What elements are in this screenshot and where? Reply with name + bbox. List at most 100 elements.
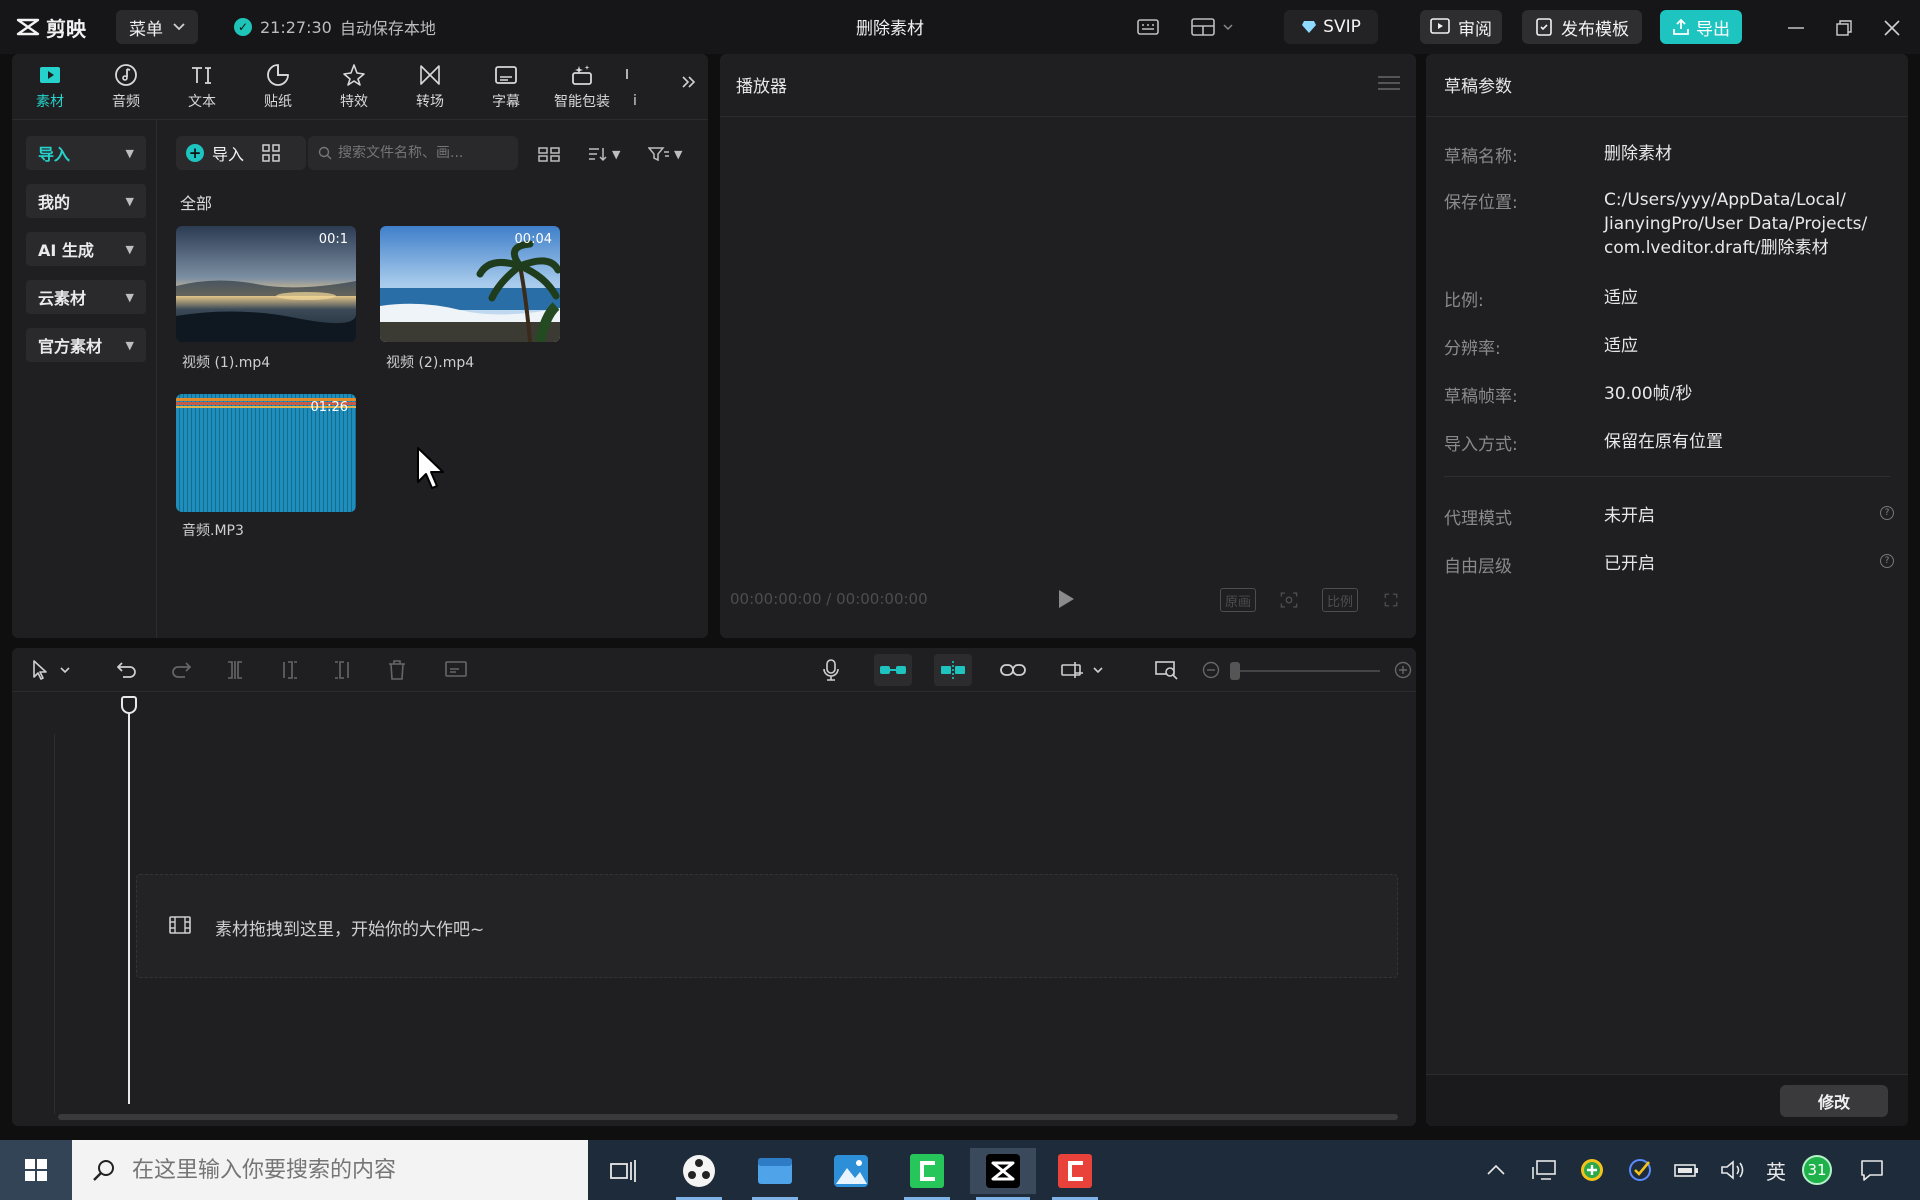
param-label: 导入方式: — [1444, 435, 1518, 455]
taskbar-search-input[interactable] — [132, 1157, 552, 1183]
tab-label: 特效 — [340, 94, 368, 110]
nav-item-cloud[interactable]: 云素材 ▼ — [26, 280, 146, 314]
minimize-icon[interactable] — [1782, 14, 1810, 42]
preview-axis-icon[interactable] — [1058, 658, 1106, 682]
capcut-logo-icon — [16, 18, 40, 36]
nav-item-official[interactable]: 官方素材 ▼ — [26, 328, 146, 362]
export-label: 导出 — [1696, 19, 1730, 40]
shortcut-keyboard-icon[interactable] — [1134, 14, 1162, 40]
task-view-icon[interactable] — [594, 1148, 652, 1194]
split-left-icon[interactable] — [276, 658, 302, 682]
import-button[interactable]: + 导入 — [176, 136, 306, 170]
network-display-icon[interactable] — [1530, 1156, 1558, 1184]
taskbar-app-red-c[interactable] — [1046, 1148, 1104, 1200]
filter-icon[interactable]: ▼ — [648, 142, 682, 166]
tab-audio[interactable]: 音频 — [88, 54, 164, 120]
timeline-drop-zone[interactable]: 素材拖拽到这里，开始你的大作吧~ — [136, 874, 1398, 978]
svip-button[interactable]: SVIP — [1284, 10, 1378, 44]
tab-transition[interactable]: 转场 — [392, 54, 468, 120]
undo-icon[interactable] — [114, 658, 140, 682]
tab-media[interactable]: 素材 — [12, 54, 88, 120]
timeline-horizontal-scrollbar[interactable] — [58, 1114, 1398, 1120]
review-play-icon — [1430, 18, 1450, 34]
auto-snap-toggle[interactable] — [934, 654, 972, 686]
windows-start-button[interactable] — [0, 1140, 72, 1200]
help-question-icon[interactable]: ? — [1880, 554, 1894, 568]
microphone-icon[interactable] — [818, 658, 844, 682]
hamburger-menu-icon[interactable] — [1378, 76, 1400, 90]
date-badge[interactable]: 31 — [1800, 1155, 1834, 1185]
playhead-line[interactable] — [128, 698, 130, 1104]
play-icon[interactable] — [1056, 588, 1076, 610]
tab-effects[interactable]: 特效 — [316, 54, 392, 120]
media-item-audio[interactable]: 01:26 — [176, 394, 356, 512]
taskbar-app-green-c[interactable] — [898, 1148, 956, 1200]
mouse-pointer-icon — [417, 447, 444, 489]
playhead-handle[interactable] — [121, 696, 137, 714]
taskbar-app-dots[interactable] — [670, 1148, 728, 1200]
taskbar-app-photos[interactable] — [822, 1148, 880, 1194]
notification-icon[interactable] — [1856, 1156, 1888, 1184]
ratio-button[interactable]: 比例 — [1322, 588, 1359, 612]
link-chain-icon[interactable] — [1000, 658, 1026, 682]
help-question-icon[interactable]: ? — [1880, 506, 1894, 520]
zoom-slider-track[interactable] — [1240, 670, 1380, 672]
media-search[interactable] — [308, 136, 518, 170]
quality-button[interactable]: 原画 — [1220, 588, 1257, 612]
ime-language-indicator[interactable]: 英 — [1762, 1156, 1790, 1184]
nav-label: 官方素材 — [38, 337, 103, 356]
qr-grid-icon[interactable] — [262, 144, 280, 162]
review-button[interactable]: 审阅 — [1420, 10, 1502, 44]
param-value: 适应 — [1604, 288, 1638, 308]
review-label: 审阅 — [1458, 19, 1492, 40]
subtitle-edit-icon[interactable] — [444, 658, 470, 682]
grid-view-icon[interactable] — [538, 142, 560, 166]
sort-icon[interactable]: ▼ — [588, 142, 620, 166]
modify-button[interactable]: 修改 — [1780, 1085, 1888, 1117]
tray-app-plus-icon[interactable] — [1578, 1156, 1606, 1184]
taskbar-app-capcut[interactable] — [970, 1148, 1036, 1200]
close-icon[interactable] — [1878, 14, 1906, 42]
media-item-video-2[interactable]: 00:04 — [380, 226, 560, 342]
redo-icon[interactable] — [168, 658, 194, 682]
select-cursor-icon[interactable] — [26, 658, 76, 682]
chevron-down-icon: ▼ — [125, 338, 134, 352]
taskbar-app-files[interactable] — [746, 1148, 804, 1200]
battery-icon[interactable] — [1672, 1156, 1702, 1184]
export-button[interactable]: 导出 — [1660, 10, 1742, 44]
zoom-in-icon[interactable] — [1390, 658, 1416, 682]
title-bar: 剪映 菜单 ✓ 21:27:30 自动保存本地 删除素材 SVIP 审阅 发布模… — [0, 0, 1920, 54]
tab-smart-pack[interactable]: 智能包装 — [544, 54, 620, 120]
tray-check-icon[interactable] — [1626, 1156, 1654, 1184]
tab-text[interactable]: 文本 — [164, 54, 240, 120]
nav-item-import[interactable]: 导入 ▼ — [26, 136, 146, 170]
search-input[interactable] — [338, 145, 498, 161]
tab-sticker[interactable]: 贴纸 — [240, 54, 316, 120]
layout-icon[interactable] — [1188, 14, 1236, 40]
volume-icon[interactable] — [1718, 1156, 1748, 1184]
screenshot-focus-icon[interactable] — [1276, 588, 1302, 612]
split-right-icon[interactable] — [330, 658, 356, 682]
tab-subtitle[interactable]: 字幕 — [468, 54, 544, 120]
tab-more-partial[interactable]: i — [620, 54, 650, 120]
double-chevron-right-icon[interactable] — [680, 74, 696, 95]
nav-item-mine[interactable]: 我的 ▼ — [26, 184, 146, 218]
timeline-toolbar — [12, 648, 1416, 692]
zoom-out-icon[interactable] — [1198, 658, 1224, 682]
split-icon[interactable] — [222, 658, 248, 682]
zoom-slider-handle[interactable] — [1230, 662, 1240, 680]
publish-template-button[interactable]: 发布模板 — [1522, 10, 1642, 44]
taskbar-search[interactable] — [72, 1140, 588, 1200]
main-track-magnet-toggle[interactable] — [874, 654, 912, 686]
document-title: 删除素材 — [856, 19, 924, 39]
tray-chevron-up-icon[interactable] — [1484, 1156, 1508, 1184]
menu-button[interactable]: 菜单 — [116, 10, 198, 44]
restore-icon[interactable] — [1830, 14, 1858, 42]
effects-star-icon — [343, 64, 365, 86]
delete-trash-icon[interactable] — [384, 658, 410, 682]
nav-item-ai-generate[interactable]: AI 生成 ▼ — [26, 232, 146, 266]
zoom-fit-icon[interactable] — [1154, 658, 1180, 682]
media-item-video-1[interactable]: 00:1 — [176, 226, 356, 342]
plus-icon: + — [186, 144, 204, 162]
fullscreen-icon[interactable] — [1380, 588, 1402, 612]
